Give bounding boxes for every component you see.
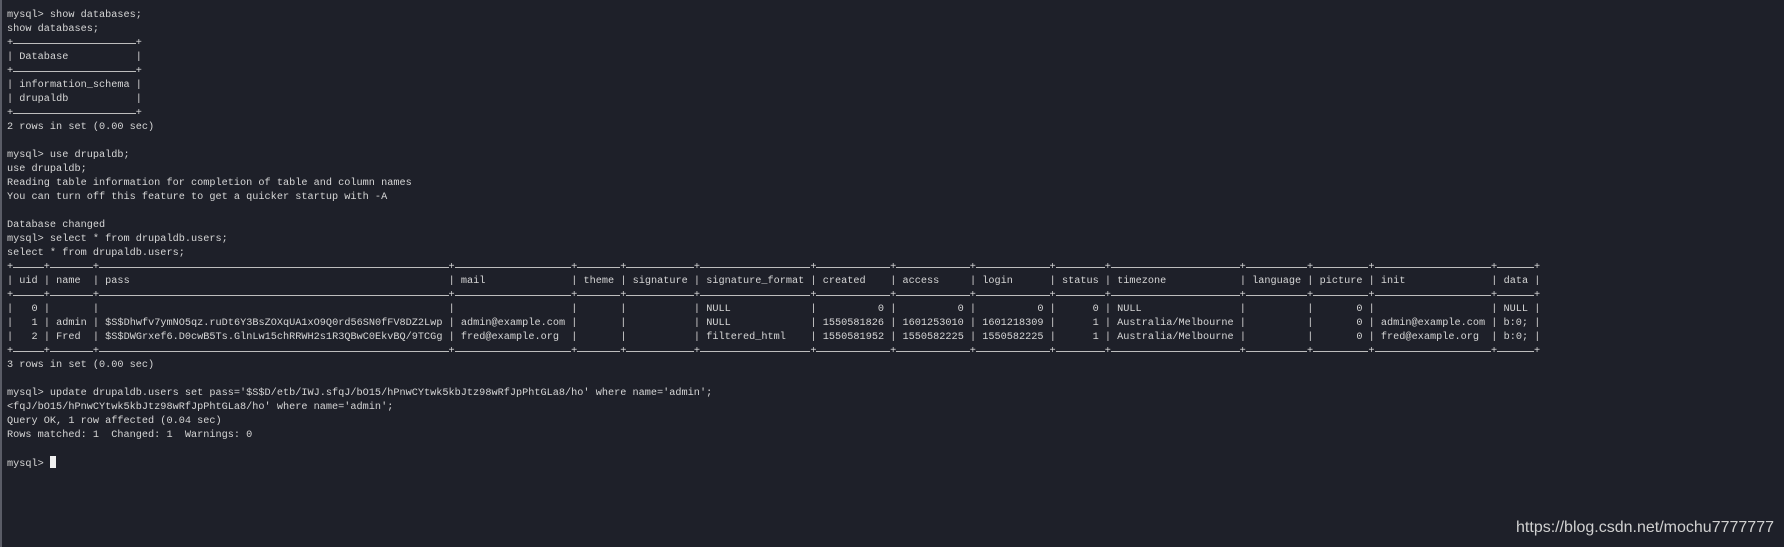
table-row: | information_schema |: [7, 79, 142, 91]
output-line: use drupaldb;: [7, 163, 87, 175]
table-cell: 1550581952: [822, 331, 885, 343]
column-header: data: [1503, 275, 1529, 287]
table-border: + +: [7, 37, 142, 49]
table-row: | drupaldb |: [7, 93, 142, 105]
table-cell: NULL: [1117, 303, 1142, 315]
prompt-line: mysql>: [7, 456, 1540, 470]
output-line: show databases;: [7, 23, 99, 35]
table-cell: fred@example.org: [1380, 331, 1480, 343]
window-edge: [0, 0, 2, 547]
column-header: picture: [1319, 275, 1363, 287]
table-cell: $S$Dhwfv7ymNO5qz.ruDt6Y3BsZOXqUA1xO9Q0rd…: [105, 317, 443, 329]
table-cell: information_schema: [19, 79, 130, 91]
table-cell: fred@example.org: [460, 331, 559, 343]
table-border: + +: [7, 107, 142, 119]
output-line: 3 rows in set (0.00 sec): [7, 359, 155, 371]
column-header: created: [822, 275, 866, 287]
output-line: select * from drupaldb.users;: [7, 247, 185, 259]
output-line: Reading table information for completion…: [7, 177, 412, 189]
column-header: mail: [460, 275, 486, 287]
output-line: You can turn off this feature to get a q…: [7, 191, 388, 203]
output-line: mysql> use drupaldb;: [7, 149, 130, 161]
table-row: | 2 | Fred | $S$DWGrxef6.D0cwB5Ts.GlnLw1…: [7, 331, 1541, 343]
table-cell: Fred: [56, 331, 81, 343]
column-header: status: [1061, 275, 1099, 287]
table-cell: drupaldb: [19, 93, 69, 105]
column-header: language: [1252, 275, 1302, 287]
table-cell: 1601218309: [982, 317, 1044, 329]
output-line: mysql> select * from drupaldb.users;: [7, 233, 228, 245]
table-cell: 1550582225: [902, 331, 964, 343]
output-line: mysql> show databases;: [7, 9, 142, 21]
table-row: | 0 | | | | | | NULL | 0 | 0 | 0 | 0 | N…: [7, 303, 1541, 315]
table-cell: 1550582225: [982, 331, 1044, 343]
watermark: https://blog.csdn.net/mochu7777777: [1516, 519, 1774, 536]
table-row: | 1 | admin | $S$Dhwfv7ymNO5qz.ruDt6Y3Bs…: [7, 317, 1541, 329]
table-cell: Australia/Melbourne: [1117, 331, 1234, 343]
output-line: mysql> update drupaldb.users set pass='$…: [7, 387, 713, 399]
table-cell: $S$DWGrxef6.D0cwB5Ts.GlnLw15chRRWH2s1R3Q…: [105, 331, 443, 343]
column-header: init: [1380, 275, 1406, 287]
table-cell: admin@example.com: [460, 317, 566, 329]
column-header: uid: [19, 275, 38, 287]
prompt: mysql>: [7, 458, 50, 470]
table-cell: admin: [56, 317, 87, 329]
table-cell: Australia/Melbourne: [1117, 317, 1234, 329]
column-header: signature: [632, 275, 688, 287]
column-header: Database: [19, 51, 69, 63]
table-cell: b:0;: [1503, 317, 1529, 329]
column-header: pass: [105, 275, 130, 287]
column-header: timezone: [1117, 275, 1167, 287]
table-cell: filtered_html: [706, 331, 786, 343]
output-line: Database changed: [7, 219, 106, 231]
table-header-row: | uid | name | pass | mail | theme | sig…: [7, 275, 1541, 287]
table-header-row: | Database |: [7, 51, 142, 63]
column-header: name: [56, 275, 81, 287]
cursor[interactable]: [49, 456, 56, 468]
table-cell: NULL: [706, 303, 731, 315]
column-header: theme: [583, 275, 615, 287]
table-cell: NULL: [706, 317, 731, 329]
table-border: + + + + + + + + + + + + + + + + +: [7, 289, 1541, 301]
terminal-output[interactable]: mysql> show databases; show databases; + + |…: [7, 8, 1540, 470]
output-line: 2 rows in set (0.00 sec): [7, 121, 155, 133]
table-cell: b:0;: [1503, 331, 1529, 343]
column-header: access: [902, 275, 940, 287]
output-line: Query OK, 1 row affected (0.04 sec): [7, 415, 222, 427]
table-cell: NULL: [1503, 303, 1529, 315]
column-header: signature_format: [706, 275, 805, 287]
table-cell: 1550581826: [822, 317, 885, 329]
table-border: + + + + + + + + + + + + + + + + +: [7, 261, 1541, 273]
table-border: + + + + + + + + + + + + + + + + +: [7, 345, 1541, 357]
column-header: login: [982, 275, 1013, 287]
output-line: <fqJ/bO15/hPnwCYtwk5kbJtz98wRfJpPhtGLa8/…: [7, 401, 394, 413]
table-border: + +: [7, 65, 142, 77]
table-cell: admin@example.com: [1380, 317, 1486, 329]
table-cell: 1601253010: [902, 317, 964, 329]
output-line: Rows matched: 1 Changed: 1 Warnings: 0: [7, 429, 253, 441]
